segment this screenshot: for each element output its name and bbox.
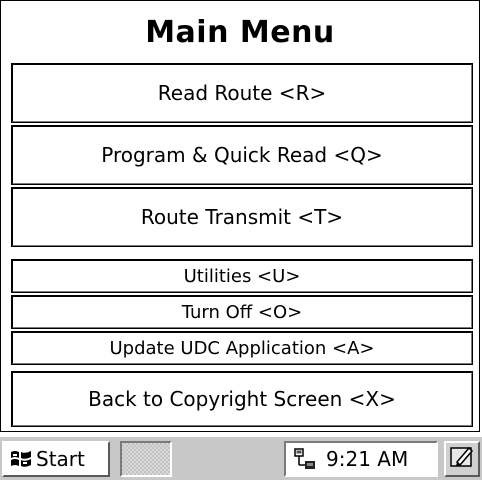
page-title: Main Menu — [145, 14, 335, 50]
route-transmit-button[interactable]: Route Transmit <T> — [11, 187, 473, 247]
turn-off-button[interactable]: Turn Off <O> — [11, 295, 473, 329]
windows-flag-icon — [8, 447, 34, 471]
program-quick-read-button[interactable]: Program & Quick Read <Q> — [11, 125, 473, 185]
system-tray: 9:21 AM — [284, 441, 438, 477]
utilities-button[interactable]: Utilities <U> — [11, 259, 473, 293]
start-label: Start — [36, 447, 85, 471]
taskbar-app-slot[interactable] — [120, 441, 172, 477]
input-panel-pen-icon — [449, 444, 475, 474]
input-panel-button[interactable] — [444, 441, 480, 477]
clock[interactable]: 9:21 AM — [326, 447, 408, 471]
screen: Main Menu Read Route <R> Program & Quick… — [0, 0, 482, 480]
taskbar: Start 9:21 AM — [0, 436, 482, 480]
read-route-button[interactable]: Read Route <R> — [11, 63, 473, 123]
network-connection-icon[interactable] — [292, 446, 318, 472]
back-to-copyright-button[interactable]: Back to Copyright Screen <X> — [11, 371, 473, 427]
start-button[interactable]: Start — [2, 441, 110, 477]
main-menu-window: Main Menu Read Route <R> Program & Quick… — [0, 0, 480, 432]
update-udc-application-button[interactable]: Update UDC Application <A> — [11, 331, 473, 365]
